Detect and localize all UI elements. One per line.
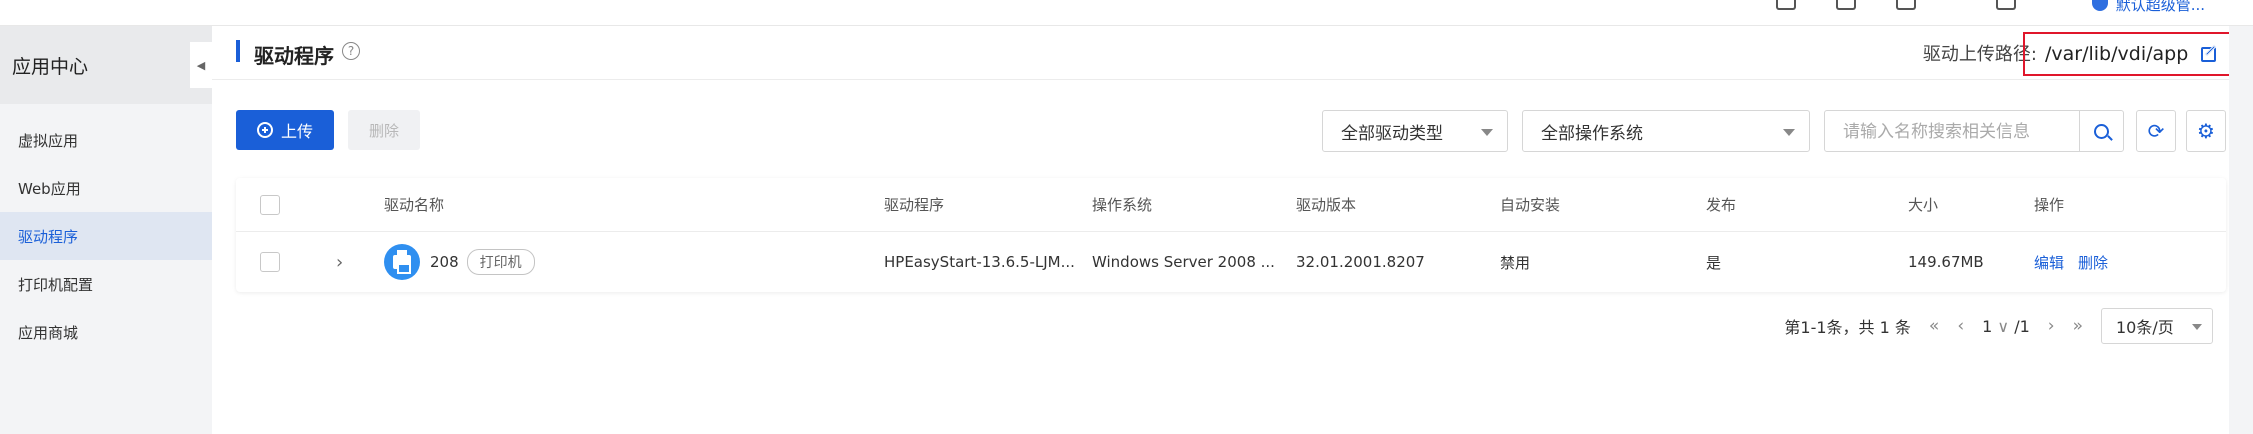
edit-icon[interactable] [2200, 44, 2220, 64]
search-icon [2094, 123, 2109, 139]
user-name: 默认超级管... [2115, 0, 2205, 14]
auto-install-cell: 禁用 [1500, 253, 1531, 272]
upload-button-label: 上传 [280, 122, 313, 141]
sidebar-item-label: 应用商城 [18, 323, 79, 342]
plus-circle-icon [256, 122, 273, 138]
refresh-icon: ⟳ [2147, 119, 2165, 143]
search-input[interactable] [1843, 121, 2073, 143]
sidebar: 应用中心 ◀ 虚拟应用 Web应用 驱动程序 打印机配置 应用商城 [0, 26, 212, 434]
prev-page-button[interactable]: ‹ [1957, 316, 1964, 336]
publish-cell: 是 [1706, 253, 1722, 272]
drivers-table: 驱动名称 驱动程序 操作系统 驱动版本 自动安装 发布 大小 操作 › 208 [236, 178, 2226, 292]
sidebar-item-web-apps[interactable]: Web应用 [0, 164, 212, 212]
driver-type-select-value: 全部驱动类型 [1341, 123, 1443, 144]
pagination-summary: 第1-1条，共 1 条 [1784, 318, 1911, 337]
toolbar: 上传 删除 全部驱动类型 全部操作系统 ⟳ [236, 110, 2226, 152]
select-all-checkbox-cell [260, 178, 280, 231]
driver-type-select[interactable]: 全部驱动类型 [1322, 110, 1508, 152]
col-header-actions: 操作 [2034, 196, 2065, 214]
upload-button[interactable]: 上传 [236, 110, 334, 150]
gear-icon: ⚙ [2197, 119, 2215, 143]
col-header-driver: 驱动程序 [884, 196, 945, 214]
col-header-version: 驱动版本 [1296, 196, 1357, 214]
select-all-checkbox[interactable] [260, 194, 280, 215]
edit-link[interactable]: 编辑 [2034, 252, 2064, 273]
search-box [1824, 110, 2124, 152]
page-size-value: 10条/页 [2116, 318, 2174, 337]
current-page: 1 [1982, 316, 1993, 336]
current-page-select[interactable]: 1 ∨ /1 [1982, 317, 2030, 336]
expand-row-button[interactable]: › [336, 232, 343, 292]
sidebar-collapse-button[interactable]: ◀ [190, 42, 212, 88]
version-cell: 32.01.2001.8207 [1296, 253, 1425, 271]
chevron-down-icon [2192, 324, 2202, 330]
search-button[interactable] [2079, 111, 2123, 151]
first-page-button[interactable]: « [1929, 316, 1939, 336]
driver-name: 208 [430, 253, 459, 271]
header-tool-icon[interactable] [1896, 0, 1916, 10]
actions-cell: 编辑 删除 [2034, 232, 2122, 292]
header-tool-icon[interactable] [1776, 0, 1796, 10]
sidebar-item-printer-config[interactable]: 打印机配置 [0, 260, 212, 308]
upload-path-box: /var/lib/vdi/app [2023, 32, 2245, 76]
user-menu[interactable]: 默认超级管... [2091, 0, 2205, 15]
sidebar-item-label: 虚拟应用 [18, 131, 79, 150]
delete-button-label: 删除 [368, 121, 399, 140]
chevron-down-icon [1783, 129, 1795, 136]
driver-type-tag: 打印机 [466, 249, 535, 275]
os-select-value: 全部操作系统 [1541, 123, 1643, 144]
chevron-down-icon: ∨ [1997, 316, 2015, 336]
table-header: 驱动名称 驱动程序 操作系统 驱动版本 自动安装 发布 大小 操作 [236, 178, 2226, 232]
os-select[interactable]: 全部操作系统 [1522, 110, 1810, 152]
title-accent-bar [236, 40, 240, 62]
sidebar-item-label: 驱动程序 [18, 227, 79, 246]
sidebar-title-text: 应用中心 [12, 55, 89, 78]
driver-name-cell: 208 打印机 [384, 232, 535, 292]
sidebar-menu: 虚拟应用 Web应用 驱动程序 打印机配置 应用商城 [0, 104, 212, 356]
top-header: 默认超级管... [0, 0, 2253, 26]
sidebar-item-label: Web应用 [18, 179, 81, 198]
col-header-os: 操作系统 [1092, 196, 1153, 214]
help-icon[interactable]: ? [342, 42, 360, 60]
page-title: 驱动程序 [254, 44, 334, 68]
chevron-right-icon: › [336, 251, 344, 273]
table-row: › 208 打印机 HPEasyStart-13.6.5-LJM... Wind… [236, 232, 2226, 292]
col-header-auto-install: 自动安装 [1500, 196, 1561, 214]
col-header-name: 驱动名称 [384, 196, 445, 214]
row-checkbox[interactable] [260, 252, 280, 272]
header-tool-icon[interactable] [1996, 0, 2016, 10]
sidebar-item-app-store[interactable]: 应用商城 [0, 308, 212, 356]
total-pages: /1 [2014, 316, 2030, 336]
sidebar-item-virtual-apps[interactable]: 虚拟应用 [0, 116, 212, 164]
col-header-size: 大小 [1908, 196, 1939, 214]
next-page-button[interactable]: › [2048, 316, 2055, 336]
main-content: 驱动程序 ? 驱动上传路径: /var/lib/vdi/app 上传 删除 全部… [212, 26, 2253, 434]
last-page-button[interactable]: » [2073, 316, 2083, 336]
delete-link[interactable]: 删除 [2078, 252, 2108, 273]
printer-icon [384, 244, 420, 280]
sidebar-item-label: 打印机配置 [18, 275, 94, 294]
app-root: 默认超级管... 应用中心 ◀ 虚拟应用 Web应用 驱动程序 打印机配置 应用… [0, 0, 2253, 434]
upload-path-value: /var/lib/vdi/app [2045, 43, 2189, 65]
delete-button[interactable]: 删除 [348, 110, 420, 150]
sidebar-item-drivers[interactable]: 驱动程序 [0, 212, 212, 260]
settings-button[interactable]: ⚙ [2186, 110, 2226, 152]
user-icon [2091, 0, 2108, 11]
row-checkbox-cell [260, 232, 280, 292]
chevron-down-icon [1481, 129, 1493, 136]
caret-left-icon: ◀ [196, 58, 206, 72]
driver-file-cell: HPEasyStart-13.6.5-LJM... [884, 253, 1075, 271]
os-cell: Windows Server 2008 ... [1092, 253, 1275, 271]
header-tool-icon[interactable] [1836, 0, 1856, 10]
size-cell: 149.67MB [1908, 253, 1984, 271]
sidebar-title: 应用中心 ◀ [0, 26, 212, 104]
pagination: 第1-1条，共 1 条 « ‹ 1 ∨ /1 › » 10条/页 [1784, 308, 2213, 344]
right-scroll-gutter [2229, 26, 2253, 434]
page-header: 驱动程序 ? 驱动上传路径: /var/lib/vdi/app [212, 26, 2253, 80]
refresh-button[interactable]: ⟳ [2136, 110, 2176, 152]
col-header-publish: 发布 [1706, 196, 1737, 214]
upload-path-label: 驱动上传路径: [1922, 44, 2037, 65]
page-size-select[interactable]: 10条/页 [2101, 308, 2213, 344]
